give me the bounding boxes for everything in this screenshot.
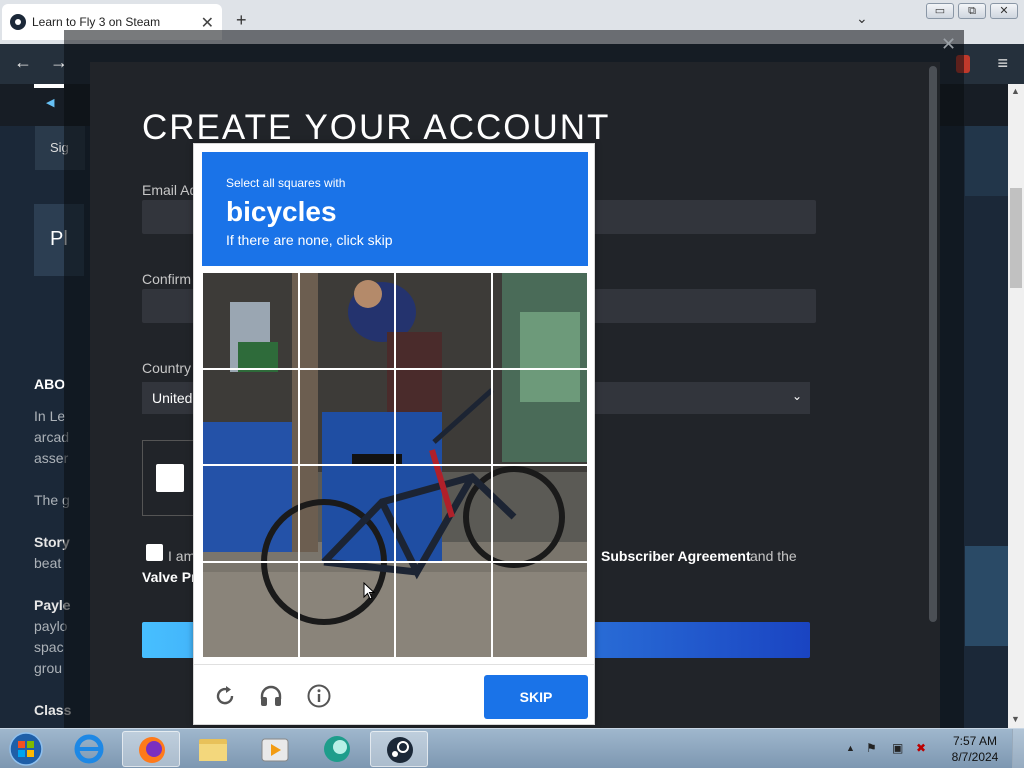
captcha-tile[interactable] — [491, 561, 588, 658]
carousel-left-icon[interactable]: ◀ — [46, 96, 54, 109]
agree-checkbox[interactable] — [146, 544, 163, 561]
sidebar-block — [965, 546, 1010, 646]
chevron-down-icon: ⌄ — [791, 389, 802, 403]
captcha-tile[interactable] — [202, 272, 299, 369]
start-button-icon[interactable] — [6, 731, 46, 767]
captcha-challenge: Select all squares with bicycles If ther… — [193, 143, 595, 725]
info-icon[interactable] — [306, 683, 332, 709]
mouse-cursor-icon — [363, 582, 375, 600]
story-line: beat — [34, 555, 62, 571]
email-label: Email Ad — [142, 182, 198, 198]
taskbar-ie-icon[interactable] — [60, 731, 118, 767]
country-label: Country — [142, 360, 192, 376]
captcha-tile[interactable] — [395, 272, 492, 369]
window-restore-button[interactable]: ⧉ — [958, 3, 986, 19]
reload-icon[interactable] — [212, 683, 238, 709]
taskbar-steam-icon[interactable] — [370, 731, 428, 767]
captcha-tile[interactable] — [298, 465, 395, 562]
payload-line-3: grou — [34, 660, 63, 676]
payload-line-1: paylo — [34, 618, 68, 634]
tray-expand-icon[interactable]: ▲ — [846, 743, 855, 753]
sidebar-block — [965, 126, 1010, 196]
show-desktop-button[interactable] — [1012, 729, 1024, 768]
payload-line-2: spac — [34, 639, 64, 655]
browser-menu-icon[interactable]: ≡ — [997, 53, 1008, 74]
steam-favicon-icon — [10, 14, 26, 30]
taskbar-explorer-icon[interactable] — [184, 731, 242, 767]
captcha-tile[interactable] — [202, 368, 299, 465]
about-line-1: In Le — [34, 408, 66, 424]
scroll-up-icon[interactable]: ▲ — [1011, 86, 1020, 96]
taskbar-firefox-icon[interactable] — [122, 731, 180, 767]
agree-suffix-text: and the — [750, 548, 797, 564]
tab-title: Learn to Fly 3 on Steam — [32, 15, 161, 29]
nav-underline — [34, 84, 64, 88]
captcha-footer: SKIP — [194, 664, 594, 724]
captcha-tile[interactable] — [491, 368, 588, 465]
confirm-email-label: Confirm — [142, 271, 192, 287]
captcha-tile[interactable] — [202, 465, 299, 562]
captcha-tile[interactable] — [395, 561, 492, 658]
network-icon[interactable]: ▣ — [892, 741, 903, 755]
window-minimize-button[interactable]: ▭ — [926, 3, 954, 19]
captcha-tile[interactable] — [491, 272, 588, 369]
captcha-skip-note: If there are none, click skip — [226, 232, 393, 248]
skip-button[interactable]: SKIP — [484, 675, 588, 719]
modal-close-icon[interactable]: ✕ — [941, 34, 956, 55]
privacy-policy-link[interactable]: Valve Pr — [142, 569, 197, 585]
subscriber-agreement-link[interactable]: Subscriber Agreement — [601, 548, 751, 564]
captcha-tile[interactable] — [202, 561, 299, 658]
about-heading: ABO — [34, 376, 66, 392]
captcha-target-object: bicycles — [226, 196, 337, 227]
volume-muted-icon[interactable]: ✖ — [916, 741, 926, 755]
captcha-tile[interactable] — [395, 465, 492, 562]
tab-list-chevron-icon[interactable]: ⌄ — [856, 10, 868, 27]
page-scrollbar[interactable]: ▲ ▼ — [1008, 84, 1024, 728]
action-center-flag-icon[interactable]: ⚑ — [866, 741, 877, 755]
right-sidebar — [965, 126, 1010, 726]
clock-date: 8/7/2024 — [951, 750, 999, 764]
page-title: CREATE YOUR ACCOUNT — [142, 108, 611, 147]
recaptcha-checkbox[interactable] — [156, 464, 184, 492]
captcha-tile[interactable] — [298, 272, 395, 369]
scroll-thumb[interactable] — [1010, 188, 1022, 288]
captcha-tile[interactable] — [298, 561, 395, 658]
system-clock[interactable]: 7:57 AM 8/7/2024 — [944, 733, 1006, 765]
scroll-down-icon[interactable]: ▼ — [1011, 714, 1020, 724]
captcha-header: Select all squares with bicycles If ther… — [202, 152, 588, 266]
new-tab-button[interactable]: + — [236, 10, 247, 31]
modal-scrollbar[interactable] — [929, 66, 937, 622]
audio-icon[interactable] — [258, 683, 284, 709]
country-value: United — [152, 390, 193, 406]
captcha-image-grid — [202, 272, 588, 658]
captcha-tile[interactable] — [491, 465, 588, 562]
captcha-instruction: Select all squares with — [226, 176, 346, 190]
clock-time: 7:57 AM — [952, 734, 998, 748]
back-button[interactable]: ← — [14, 52, 32, 73]
captcha-tile[interactable] — [395, 368, 492, 465]
taskbar-app-icon[interactable] — [308, 731, 366, 767]
agree-text: I am — [168, 548, 196, 564]
windows-taskbar: ▲ ⚑ ▣ ✖ 7:57 AM 8/7/2024 — [0, 728, 1024, 768]
taskbar-media-player-icon[interactable] — [246, 731, 304, 767]
captcha-tile[interactable] — [298, 368, 395, 465]
window-close-button[interactable]: ✕ — [990, 3, 1018, 19]
